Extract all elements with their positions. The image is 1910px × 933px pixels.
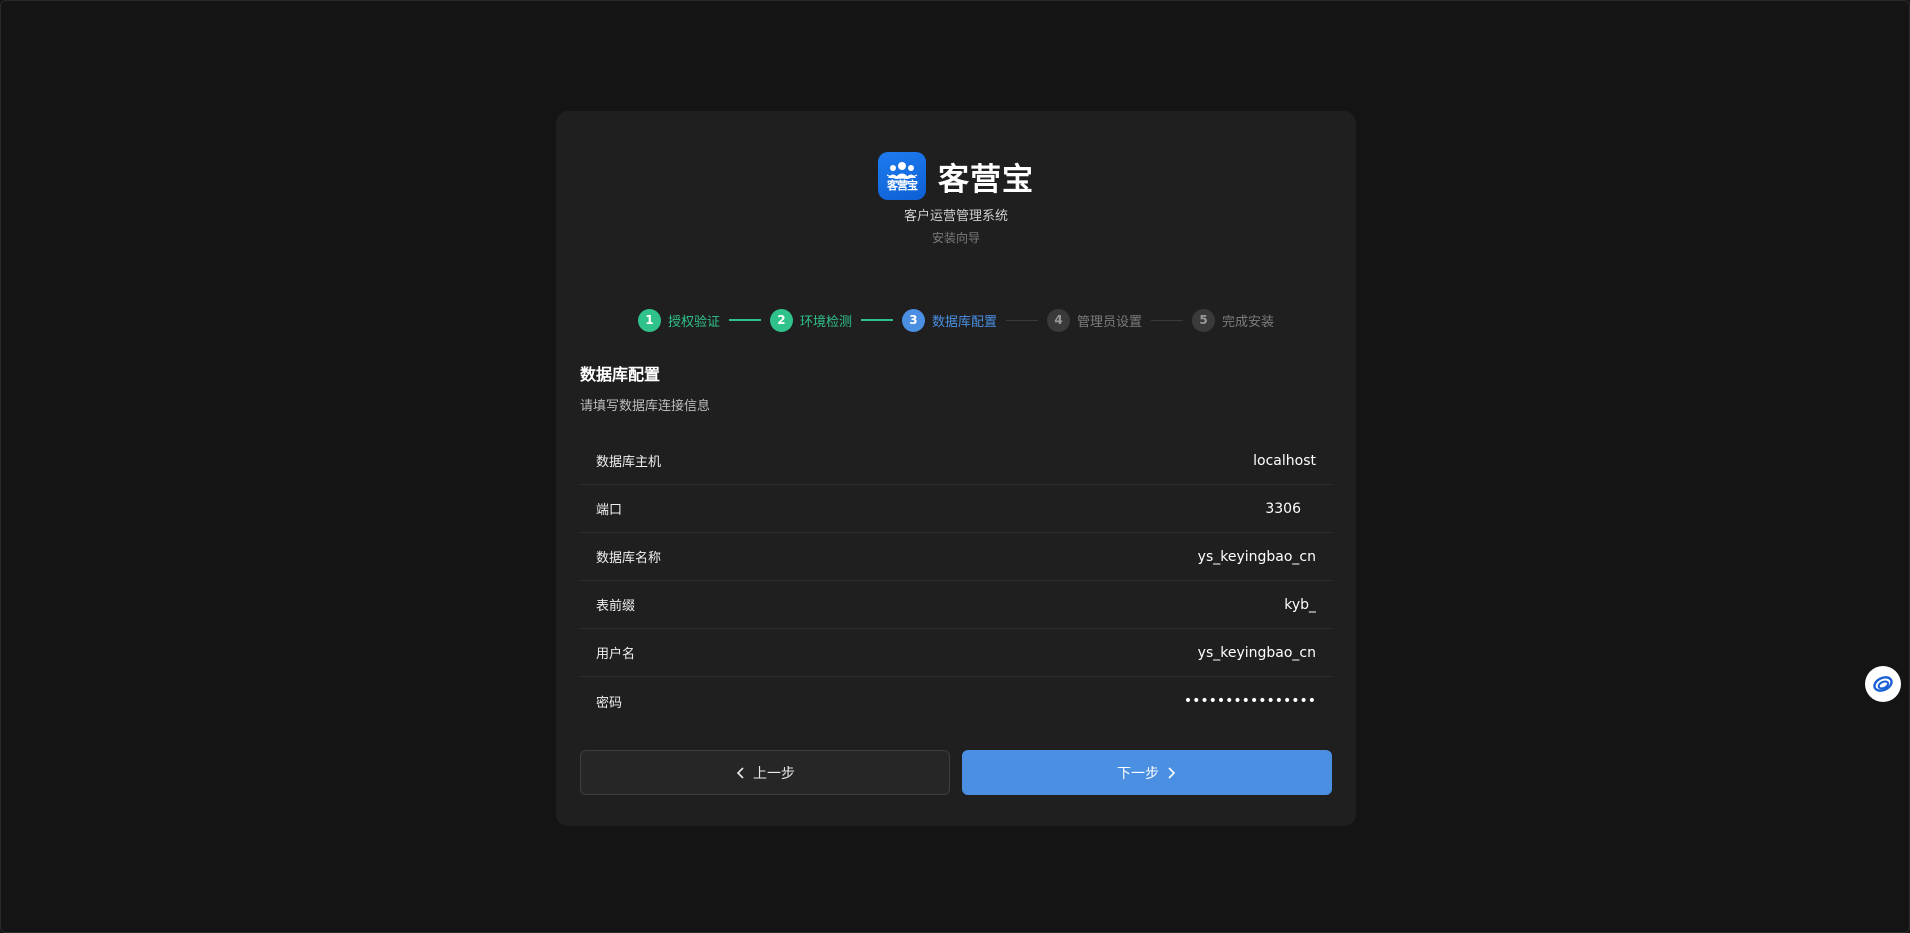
- step-connector: [728, 319, 761, 321]
- next-step-button[interactable]: 下一步: [962, 750, 1332, 795]
- form-row-username: 用户名: [580, 629, 1332, 677]
- people-group-icon: [886, 161, 918, 179]
- section-title: 数据库配置: [580, 365, 661, 384]
- logo-text: 客营宝: [887, 178, 918, 192]
- username-input[interactable]: [956, 644, 1316, 661]
- form-row-host: 数据库主机: [580, 437, 1332, 485]
- brand-name: 客营宝: [938, 161, 1034, 198]
- step-label: 完成安装: [1222, 314, 1275, 330]
- port-input[interactable]: [956, 500, 1316, 517]
- step-license-verification: 1 授权验证: [637, 308, 720, 332]
- brand-header: 客营宝 客营宝: [556, 151, 1356, 201]
- assistant-ring-icon: [1873, 676, 1893, 692]
- wizard-label: 安装向导: [931, 231, 980, 245]
- step-label: 数据库配置: [931, 314, 997, 330]
- prev-step-label: 上一步: [753, 765, 795, 782]
- step-connector: [1006, 319, 1038, 321]
- step-finish-install: 5 完成安装: [1192, 308, 1275, 332]
- step-label: 管理员设置: [1077, 314, 1143, 330]
- step-label: 环境检测: [799, 314, 852, 330]
- step-label: 授权验证: [667, 314, 720, 330]
- chevron-right-icon: [1168, 766, 1176, 779]
- form-row-password: 密码: [580, 677, 1332, 725]
- app-window: 客营宝 客营宝 客户运营管理系统 安装向导 1 授权验证 2 环境检测 3 数据…: [0, 0, 1910, 933]
- progress-steps: 1 授权验证 2 环境检测 3 数据库配置 4 管理员设置 5 完成安装: [556, 306, 1356, 334]
- username-label: 用户名: [596, 647, 636, 662]
- step-admin-setup: 4 管理员设置: [1047, 308, 1143, 332]
- form-row-prefix: 表前缀: [580, 581, 1332, 629]
- host-label: 数据库主机: [596, 455, 662, 470]
- table-prefix-input[interactable]: [956, 596, 1316, 613]
- step-connector: [860, 319, 893, 321]
- database-form: 数据库主机 端口 数据库名称 表前缀 用户名 密码: [580, 437, 1332, 725]
- step-number: 1: [637, 308, 661, 332]
- db-name-input[interactable]: [956, 548, 1316, 565]
- password-label: 密码: [596, 695, 623, 711]
- step-number: 2: [769, 308, 793, 332]
- host-input[interactable]: [956, 452, 1316, 469]
- next-step-label: 下一步: [1117, 765, 1159, 782]
- table-prefix-label: 表前缀: [596, 599, 636, 614]
- section-description: 请填写数据库连接信息: [580, 399, 711, 414]
- form-row-db-name: 数据库名称: [580, 533, 1332, 581]
- chevron-left-icon: [736, 766, 744, 779]
- wizard-nav-buttons: 上一步 下一步: [580, 750, 1332, 795]
- form-row-port: 端口: [580, 485, 1332, 533]
- install-wizard-card: 客营宝 客营宝 客户运营管理系统 安装向导 1 授权验证 2 环境检测 3 数据…: [556, 111, 1356, 826]
- step-environment-check: 2 环境检测: [769, 308, 852, 332]
- app-subtitle: 客户运营管理系统: [903, 209, 1008, 224]
- step-number: 4: [1047, 308, 1070, 332]
- step-number: 3: [901, 308, 925, 332]
- db-name-label: 数据库名称: [596, 551, 662, 566]
- port-label: 端口: [596, 503, 623, 518]
- step-database-config: 3 数据库配置: [901, 308, 997, 332]
- step-connector: [1151, 319, 1184, 321]
- password-input[interactable]: [956, 693, 1316, 709]
- app-logo: 客营宝: [878, 152, 926, 200]
- prev-step-button[interactable]: 上一步: [580, 750, 950, 795]
- floating-assistant-button[interactable]: [1865, 666, 1901, 702]
- step-number: 5: [1192, 308, 1216, 332]
